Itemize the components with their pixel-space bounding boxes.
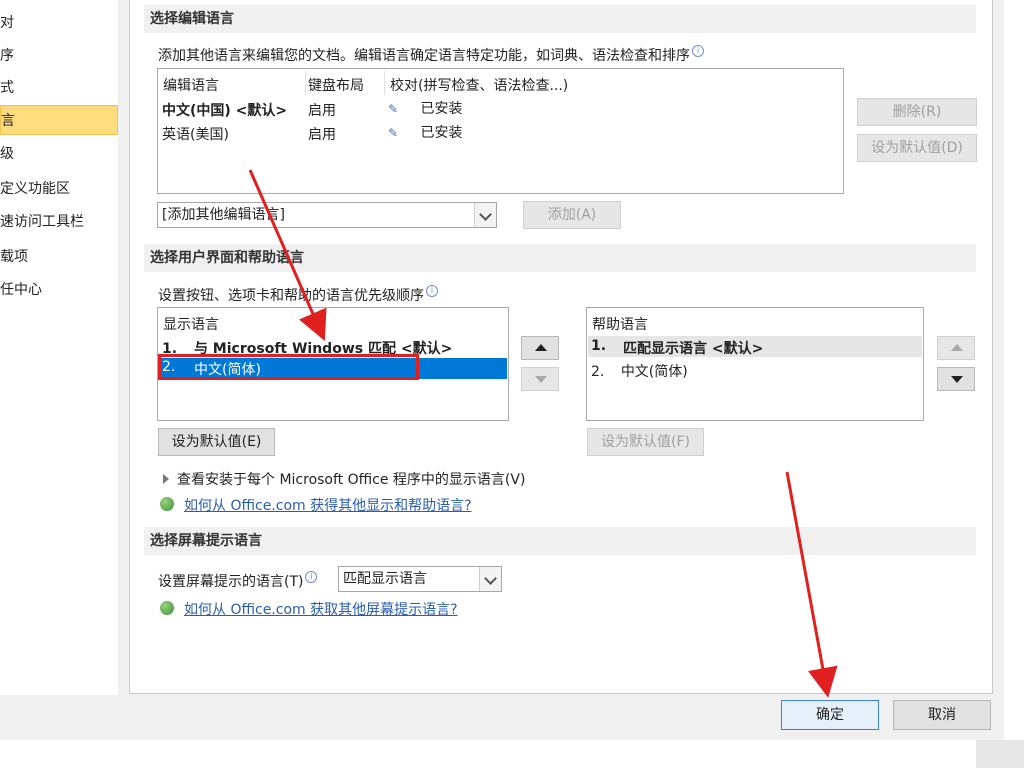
red-arrow-to-display-language — [248, 169, 327, 341]
annotation-arrows — [248, 169, 838, 698]
red-arrow-to-ok-button — [785, 471, 838, 698]
